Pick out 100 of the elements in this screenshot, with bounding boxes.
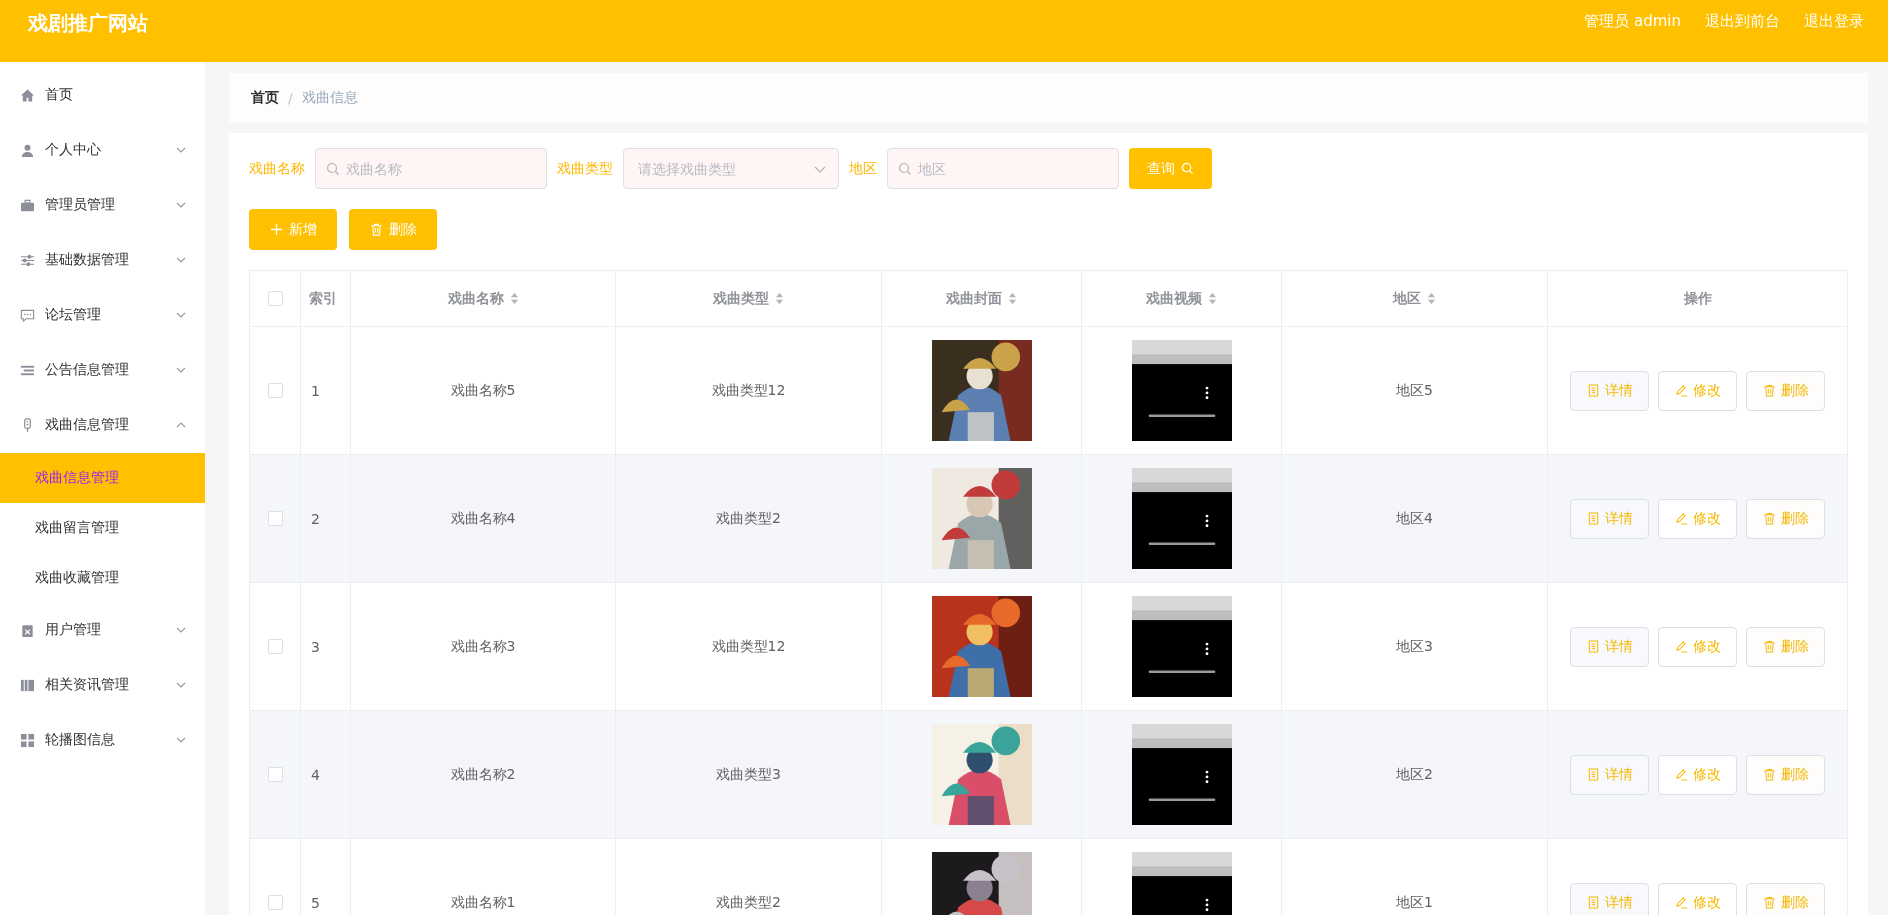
menu-item[interactable]: 管理员管理 [0,177,205,233]
menu-item[interactable]: 用户管理 [0,602,205,658]
trash-icon [1762,512,1776,525]
document-icon [1586,512,1600,525]
table-cell: 戏曲名称4 [450,509,516,528]
clipboard-icon [20,622,35,638]
submenu-item[interactable]: 戏曲留言管理 [0,503,205,553]
document-icon [1586,768,1600,781]
edit-button[interactable]: 修改 [1658,498,1737,539]
document-icon [1586,640,1600,653]
delete-button[interactable]: 删除 [1746,882,1825,915]
column-header-label: 索引 [309,289,337,308]
table-cell: 戏曲类型2 [716,893,781,912]
pencil-icon [1674,896,1688,909]
sort-icon[interactable] [775,292,784,305]
table-cell: 戏曲类型12 [711,381,786,400]
menu-item[interactable]: 公告信息管理 [0,342,205,398]
pencil-icon [1674,768,1688,781]
table-cell: 地区5 [1396,381,1433,400]
table-cell: 戏曲名称3 [450,637,516,656]
row-checkbox[interactable] [267,639,283,654]
details-button[interactable]: 详情 [1570,882,1649,915]
trash-icon [1762,768,1776,781]
field-label: 戏曲名称 [249,159,305,178]
header-link[interactable]: 管理员 admin [1584,12,1681,31]
table-cell: 4 [311,766,320,783]
delete-button[interactable]: 删除 [349,209,437,250]
chat-icon [20,307,35,323]
document-icon [1586,384,1600,397]
select-all-checkbox[interactable] [267,291,283,306]
details-button[interactable]: 详情 [1570,626,1649,667]
menu-item[interactable]: 个人中心 [0,122,205,178]
search-field[interactable]: 戏曲名称 [315,148,547,189]
column-header-label: 操作 [1683,289,1712,308]
trash-icon [1762,896,1776,909]
details-button[interactable]: 详情 [1570,754,1649,795]
menu-item[interactable]: 轮播图信息 [0,712,205,768]
table-cell: 戏曲类型3 [716,765,781,784]
table-cell: 戏曲名称5 [450,381,516,400]
pencil-icon [1674,384,1688,397]
submenu-item[interactable]: 戏曲收藏管理 [0,553,205,603]
header-link[interactable]: 退出到前台 [1705,12,1780,31]
menu-item[interactable]: 首页 [0,67,205,123]
row-checkbox[interactable] [267,767,283,782]
delete-button[interactable]: 删除 [1746,498,1825,539]
add-button[interactable]: 新增 [249,209,337,250]
sort-icon[interactable] [1008,292,1017,305]
submenu-item[interactable]: 戏曲信息管理 [0,453,205,503]
table-cell: 戏曲名称2 [450,765,516,784]
delete-button[interactable]: 删除 [1746,754,1825,795]
search-field[interactable]: 地区 [887,148,1119,189]
details-button[interactable]: 详情 [1570,498,1649,539]
table-cell: 地区3 [1396,637,1433,656]
trash-icon [1762,640,1776,653]
edit-button[interactable]: 修改 [1658,882,1737,915]
plus-icon [269,223,283,236]
header-link[interactable]: 退出登录 [1804,12,1864,31]
breadcrumb-link[interactable]: 首页 [251,89,279,107]
table-cell: 戏曲名称1 [450,893,516,912]
table-cell: 地区2 [1396,765,1433,784]
document-icon [1586,896,1600,909]
menu-item[interactable]: 基础数据管理 [0,232,205,288]
table-cell: 1 [311,382,320,399]
book-icon [20,677,35,693]
breadcrumb-separator: / [288,90,293,106]
table-cell: 地区1 [1396,893,1433,912]
user-icon [20,142,35,158]
delete-button[interactable]: 删除 [1746,626,1825,667]
row-checkbox[interactable] [267,383,283,398]
row-checkbox[interactable] [267,895,283,910]
column-header-label: 戏曲名称 [447,289,504,308]
edit-button[interactable]: 修改 [1658,626,1737,667]
table-cell: 2 [311,510,320,527]
briefcase-icon [20,197,35,213]
trash-icon [1762,384,1776,397]
grid-icon [20,732,35,748]
menu-item[interactable]: 戏曲信息管理 [0,397,205,453]
menu-item[interactable]: 相关资讯管理 [0,657,205,713]
column-header-label: 地区 [1393,289,1421,308]
search-icon [898,162,912,176]
menu-item[interactable]: 论坛管理 [0,287,205,343]
search-icon [326,162,340,176]
sort-icon[interactable] [1208,292,1217,305]
trash-icon [369,223,383,236]
type-select[interactable]: 请选择戏曲类型 [623,148,839,189]
site-title: 戏剧推广网站 [28,10,148,37]
details-button[interactable]: 详情 [1570,370,1649,411]
query-button[interactable]: 查询 [1129,148,1212,189]
field-label: 戏曲类型 [557,159,613,178]
sort-icon[interactable] [1427,292,1436,305]
breadcrumb-link[interactable]: 戏曲信息 [301,89,358,107]
table-cell: 5 [311,894,320,911]
table-cell: 戏曲类型2 [716,509,781,528]
delete-button[interactable]: 删除 [1746,370,1825,411]
column-header-label: 戏曲类型 [713,289,769,308]
column-header-label: 戏曲视频 [1146,289,1202,308]
row-checkbox[interactable] [267,511,283,526]
sort-icon[interactable] [509,292,519,305]
edit-button[interactable]: 修改 [1658,370,1737,411]
edit-button[interactable]: 修改 [1658,754,1737,795]
